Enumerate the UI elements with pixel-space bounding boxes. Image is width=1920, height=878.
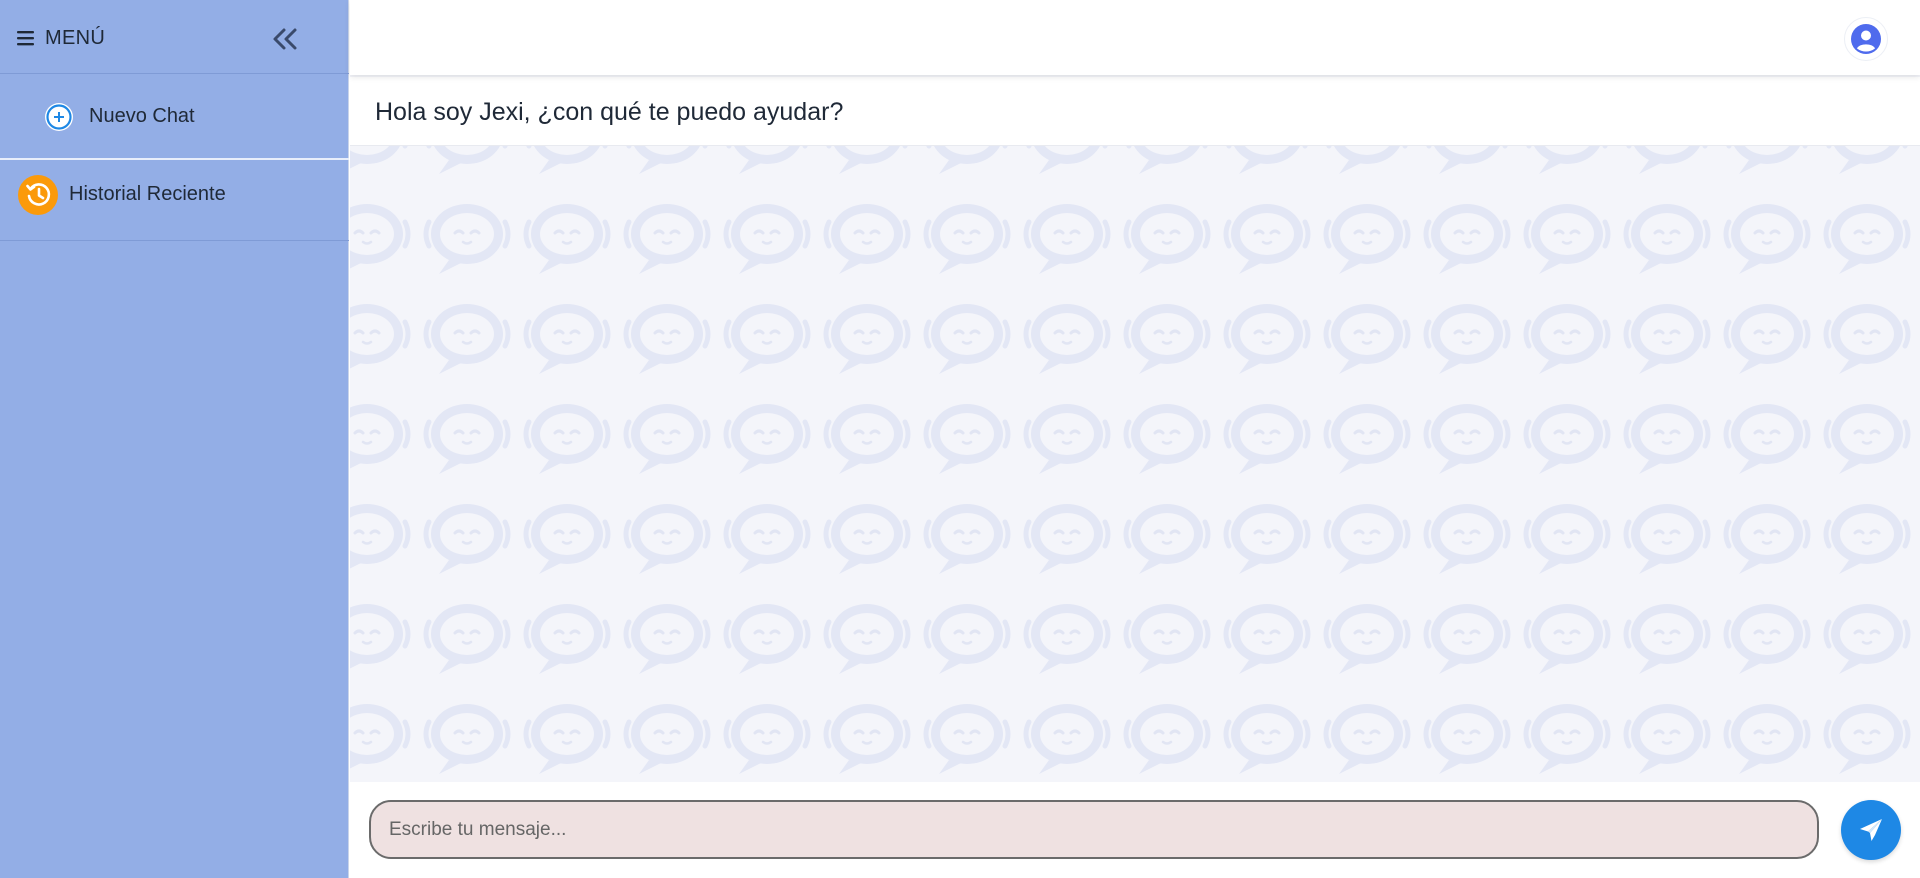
sidebar-item-new-chat[interactable]: Nuevo Chat — [0, 75, 349, 160]
sidebar-item-label: Nuevo Chat — [89, 105, 195, 127]
sidebar-header: MENÚ — [0, 0, 349, 74]
app-window: MENÚ Nuevo Chat Historial Reciente Hola … — [0, 0, 1920, 878]
send-button[interactable] — [1841, 800, 1901, 860]
chat-messages-area[interactable] — [350, 146, 1920, 782]
history-icon — [18, 175, 58, 215]
paper-plane-icon — [1860, 819, 1882, 841]
greeting-message: Hola soy Jexi, ¿con qué te puedo ayudar? — [375, 98, 844, 126]
double-chevron-left-icon — [273, 28, 297, 50]
user-circle-icon — [1851, 24, 1881, 54]
main-panel: Hola soy Jexi, ¿con qué te puedo ayudar? — [350, 0, 1920, 878]
greeting-bar: Hola soy Jexi, ¿con qué te puedo ayudar? — [350, 77, 1920, 146]
plus-circle-icon — [45, 103, 73, 131]
sidebar-item-label: Historial Reciente — [69, 183, 226, 205]
message-composer — [350, 782, 1920, 878]
menu-label: MENÚ — [45, 26, 106, 49]
top-bar — [350, 0, 1920, 75]
robot-pattern-background — [350, 146, 1920, 782]
message-input[interactable] — [369, 800, 1819, 859]
menu-toggle[interactable]: MENÚ — [17, 24, 105, 52]
user-avatar-button[interactable] — [1844, 17, 1888, 61]
hamburger-icon — [17, 31, 34, 46]
collapse-sidebar-button[interactable] — [268, 24, 302, 54]
sidebar: MENÚ Nuevo Chat Historial Reciente — [0, 0, 349, 878]
sidebar-item-history[interactable]: Historial Reciente — [0, 161, 349, 241]
